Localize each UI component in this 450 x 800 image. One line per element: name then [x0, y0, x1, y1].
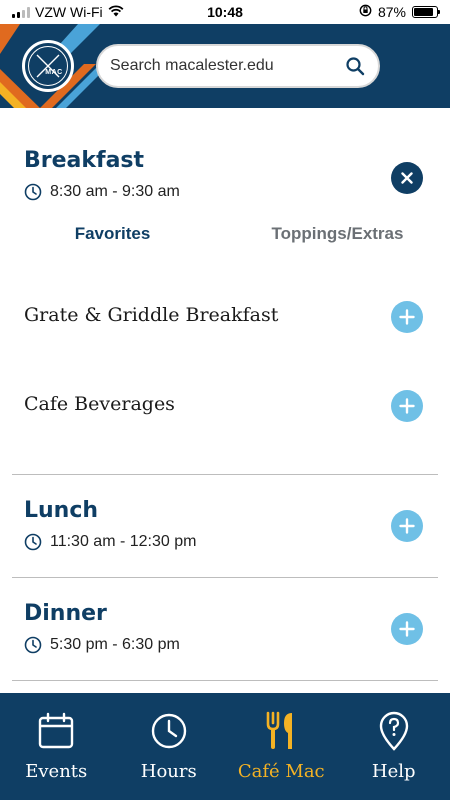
meal-title-lunch: Lunch — [24, 498, 99, 523]
logo-emblem: MAC — [28, 46, 68, 86]
plus-icon — [399, 398, 415, 414]
bottom-nav: Events Hours Café Mac Help — [0, 693, 450, 800]
expand-dinner-button[interactable] — [391, 613, 423, 645]
clock-icon — [24, 183, 42, 201]
plus-icon — [399, 621, 415, 637]
wifi-icon — [108, 4, 124, 20]
meal-time-breakfast: 8:30 am - 9:30 am — [24, 183, 426, 201]
meal-time-lunch: 11:30 am - 12:30 pm — [24, 533, 426, 551]
plus-icon — [399, 518, 415, 534]
meal-time-text: 5:30 pm - 6:30 pm — [50, 636, 180, 653]
logo-x-mark — [36, 54, 60, 78]
fork-knife-icon — [261, 711, 301, 751]
divider — [12, 680, 438, 681]
category-grate-griddle[interactable]: Grate & Griddle Breakfast — [24, 304, 278, 326]
nav-label: Events — [25, 761, 88, 782]
nav-cafe-mac[interactable]: Café Mac — [225, 693, 338, 800]
breakfast-tabs: Favorites Toppings/Extras — [0, 224, 450, 244]
divider — [12, 577, 438, 578]
meal-list: Breakfast 8:30 am - 9:30 am Favorites To… — [0, 108, 450, 693]
clock-icon — [24, 636, 42, 654]
clock-icon — [24, 533, 42, 551]
nav-label: Café Mac — [237, 761, 325, 782]
orientation-lock-icon — [359, 4, 372, 20]
search-input[interactable] — [110, 57, 344, 75]
help-pin-icon — [374, 711, 414, 751]
calendar-icon — [36, 711, 76, 751]
meal-title-breakfast: Breakfast — [24, 148, 145, 173]
status-left: VZW Wi-Fi — [12, 4, 124, 20]
logo-text: MAC — [45, 68, 63, 76]
nav-events[interactable]: Events — [0, 693, 113, 800]
meal-title-dinner: Dinner — [24, 601, 107, 626]
nav-label: Help — [371, 761, 416, 782]
battery-fill — [414, 8, 434, 16]
expand-lunch-button[interactable] — [391, 510, 423, 542]
plus-icon — [399, 309, 415, 325]
battery-percent: 87% — [377, 4, 406, 20]
nav-label: Hours — [140, 761, 197, 782]
tab-toppings-extras[interactable]: Toppings/Extras — [225, 224, 450, 244]
meal-breakfast[interactable]: Breakfast 8:30 am - 9:30 am — [24, 148, 426, 201]
battery-icon — [412, 6, 440, 18]
meal-dinner[interactable]: Dinner 5:30 pm - 6:30 pm — [24, 601, 426, 654]
divider — [12, 474, 438, 475]
carrier-label: VZW Wi-Fi — [35, 4, 103, 20]
mac-logo[interactable]: MAC — [22, 40, 74, 92]
meal-lunch[interactable]: Lunch 11:30 am - 12:30 pm — [24, 498, 426, 551]
nav-help[interactable]: Help — [338, 693, 450, 800]
meal-time-text: 8:30 am - 9:30 am — [50, 183, 180, 200]
status-right: 87% — [359, 4, 440, 20]
search-box[interactable] — [96, 44, 380, 88]
clock-icon — [149, 711, 189, 751]
status-bar: VZW Wi-Fi 10:48 87% — [0, 0, 450, 24]
category-cafe-beverages[interactable]: Cafe Beverages — [24, 393, 175, 415]
tab-favorites[interactable]: Favorites — [0, 224, 225, 244]
expand-grate-griddle-button[interactable] — [391, 301, 423, 333]
close-icon — [401, 172, 413, 184]
expand-cafe-beverages-button[interactable] — [391, 390, 423, 422]
collapse-breakfast-button[interactable] — [391, 162, 423, 194]
header: MAC — [0, 24, 450, 108]
nav-hours[interactable]: Hours — [113, 693, 226, 800]
signal-icon — [12, 6, 30, 18]
meal-time-text: 11:30 am - 12:30 pm — [50, 533, 197, 550]
search-icon[interactable] — [344, 55, 366, 77]
meal-time-dinner: 5:30 pm - 6:30 pm — [24, 636, 426, 654]
